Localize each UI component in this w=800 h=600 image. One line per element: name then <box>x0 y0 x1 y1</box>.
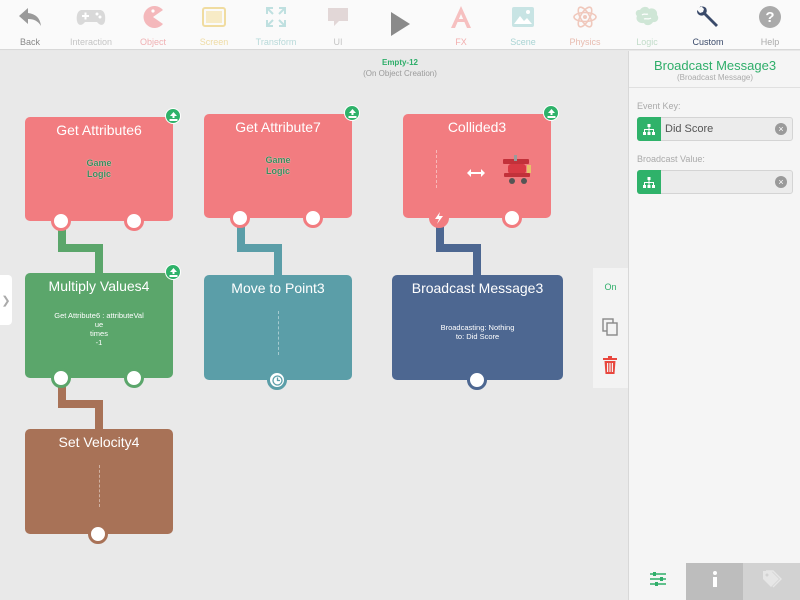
speech-bubble-icon <box>308 3 368 31</box>
game-logic-label: Game Logic <box>265 155 291 176</box>
drop-zone-divider <box>99 465 100 507</box>
tab-properties[interactable] <box>629 563 686 600</box>
drop-zone-divider <box>436 150 437 188</box>
tab-custom[interactable]: Custom <box>678 0 738 50</box>
sliders-icon <box>649 571 667 592</box>
block-title: Collided3 <box>447 119 507 135</box>
output-port[interactable] <box>124 211 144 231</box>
upload-icon[interactable] <box>344 105 360 121</box>
clock-port-icon[interactable] <box>267 370 287 390</box>
hierarchy-icon <box>637 117 661 141</box>
input-port[interactable] <box>230 208 250 228</box>
output-port[interactable] <box>124 368 144 388</box>
transform-icon <box>246 3 306 31</box>
tab-ui[interactable]: UI <box>308 0 368 50</box>
tab-fx[interactable]: FX <box>431 0 491 50</box>
atom-icon <box>555 3 615 31</box>
upload-icon[interactable] <box>165 264 181 280</box>
block-set-velocity4[interactable]: Set Velocity4 <box>25 429 173 544</box>
event-key-field[interactable]: Did Score × <box>637 117 793 141</box>
wrench-icon <box>678 3 738 31</box>
top-toolbar: Back Interaction Object Screen Transform… <box>0 0 800 50</box>
chevron-right-icon: ❯ <box>1 294 11 307</box>
block-title: Get Attribute6 <box>56 122 142 138</box>
brain-icon <box>617 3 677 31</box>
tab-physics[interactable]: Physics <box>555 0 615 50</box>
tag-icon <box>762 570 783 593</box>
gamepad-icon <box>61 3 121 31</box>
double-arrow-icon <box>467 164 485 182</box>
tab-info[interactable] <box>686 563 743 600</box>
trigger-port-lightning-icon[interactable] <box>429 208 449 228</box>
output-port[interactable] <box>88 524 108 544</box>
panel-tabs <box>629 563 800 600</box>
fx-icon <box>431 3 491 31</box>
panel-header: Broadcast Message3 (Broadcast Message) <box>629 51 800 88</box>
expand-left-panel-handle[interactable]: ❯ <box>0 275 12 325</box>
trash-icon[interactable] <box>602 356 618 379</box>
back-arrow-icon <box>0 3 60 31</box>
block-multiply-values4[interactable]: Multiply Values4 Get Attribute6 : attrib… <box>25 264 181 388</box>
block-collided3[interactable]: Collided3 <box>403 105 559 228</box>
tab-help[interactable]: ? Help <box>740 0 800 50</box>
block-broadcast-message3[interactable]: Broadcast Message3 Broadcasting: Nothing… <box>392 275 563 390</box>
event-key-value: Did Score <box>665 123 714 135</box>
output-port[interactable] <box>502 208 522 228</box>
svg-text:?: ? <box>765 9 774 26</box>
block-get-attribute6[interactable]: Get Attribute6 Game Logic <box>25 108 181 231</box>
help-icon: ? <box>740 3 800 31</box>
block-title: Move to Point3 <box>231 280 325 296</box>
panel-subtitle: (Broadcast Message) <box>676 73 754 82</box>
upload-icon[interactable] <box>165 108 181 124</box>
output-port[interactable] <box>467 370 487 390</box>
info-icon <box>711 571 719 592</box>
upload-icon[interactable] <box>543 105 559 121</box>
block-move-to-point3[interactable]: Move to Point3 <box>204 275 352 390</box>
broadcast-value-field[interactable]: × <box>637 170 793 194</box>
clear-icon[interactable]: × <box>775 176 787 188</box>
tab-transform[interactable]: Transform <box>246 0 306 50</box>
play-icon <box>370 10 430 38</box>
event-key-label: Event Key: <box>637 101 681 111</box>
tab-tags[interactable] <box>743 563 800 600</box>
toggle-on-button[interactable]: On <box>593 282 628 292</box>
output-port[interactable] <box>303 208 323 228</box>
block-title: Multiply Values4 <box>48 278 150 294</box>
input-port[interactable] <box>51 211 71 231</box>
panel-title: Broadcast Message3 <box>653 58 777 73</box>
broadcast-value-label: Broadcast Value: <box>637 154 705 164</box>
block-side-tools: On <box>593 268 628 388</box>
screen-icon <box>184 3 244 31</box>
copy-icon[interactable] <box>602 318 618 341</box>
block-description: Get Attribute6 : attributeVal ue times -… <box>54 311 144 347</box>
block-title: Set Velocity4 <box>58 434 140 450</box>
tab-screen[interactable]: Screen <box>184 0 244 50</box>
block-get-attribute7[interactable]: Get Attribute7 Game Logic <box>204 105 360 228</box>
block-title: Broadcast Message3 <box>411 280 544 296</box>
properties-panel: Broadcast Message3 (Broadcast Message) E… <box>628 51 800 600</box>
pacman-icon <box>123 3 183 31</box>
input-port[interactable] <box>51 368 71 388</box>
plane-actor-icon <box>499 152 533 191</box>
behavior-canvas[interactable]: Empty-12 (On Object Creation) Get Attrib… <box>0 51 628 600</box>
hierarchy-icon <box>637 170 661 194</box>
clear-icon[interactable]: × <box>775 123 787 135</box>
scene-image-icon <box>493 3 553 31</box>
game-logic-label: Game Logic <box>86 158 112 179</box>
block-title: Get Attribute7 <box>235 119 321 135</box>
block-description: Broadcasting: Nothing to: Did Score <box>440 323 515 341</box>
tab-scene[interactable]: Scene <box>493 0 553 50</box>
drop-zone-divider <box>278 311 279 355</box>
tab-interaction[interactable]: Interaction <box>61 0 121 50</box>
